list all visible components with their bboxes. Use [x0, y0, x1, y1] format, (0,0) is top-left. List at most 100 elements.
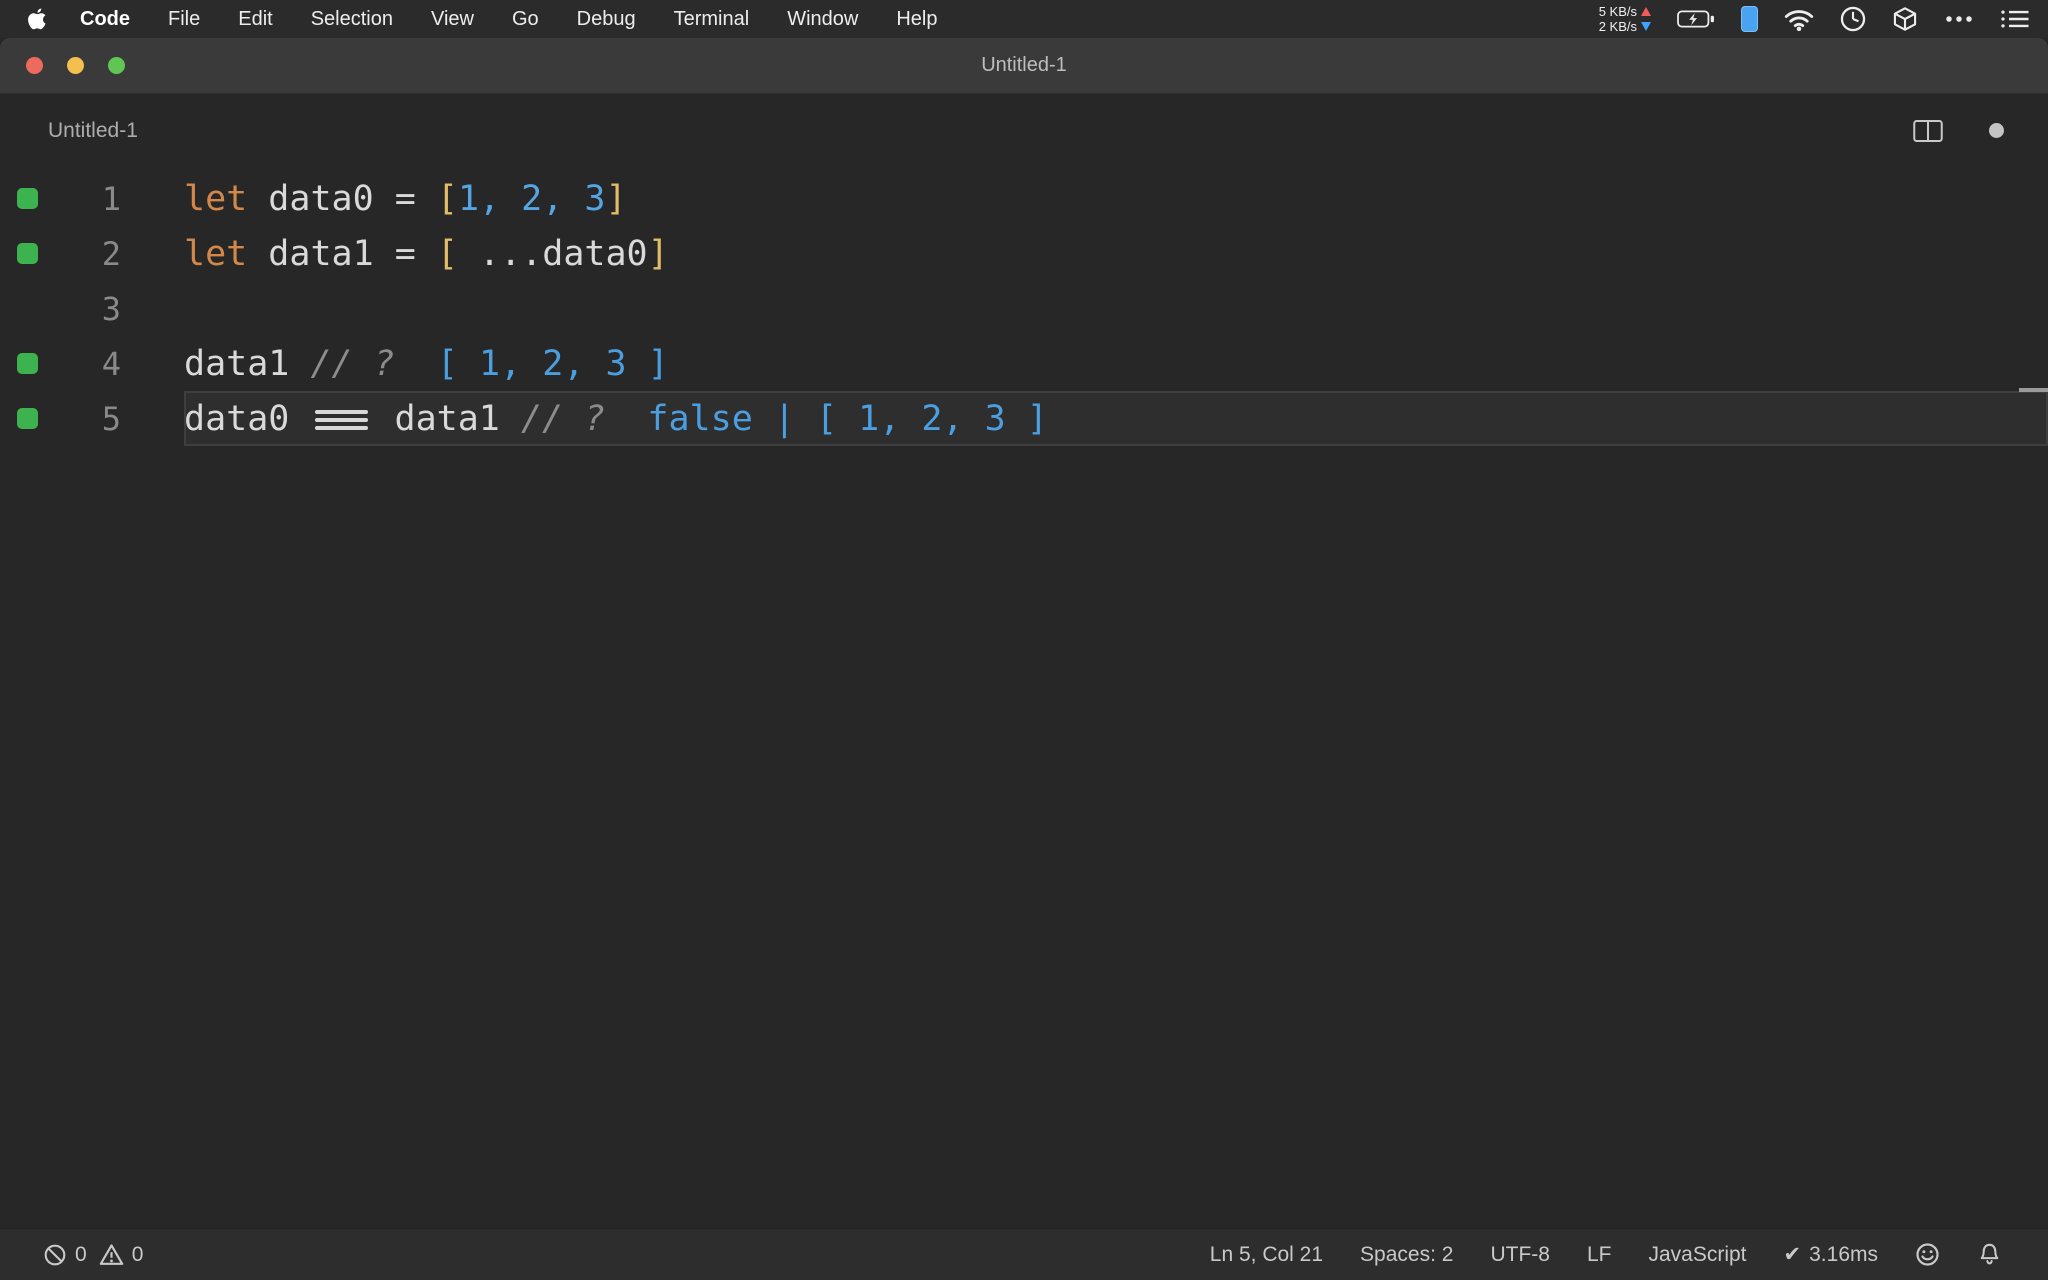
editor-actions	[1913, 119, 2004, 143]
battery-charging-icon[interactable]	[1677, 10, 1715, 28]
code-token-result: false	[647, 398, 753, 439]
zoom-window-button[interactable]	[108, 57, 125, 74]
code-line-4[interactable]: 4 data1 // ? [ 1, 2, 3 ]	[0, 336, 2048, 391]
network-speed-indicator[interactable]: 5 KB/s 2 KB/s	[1598, 3, 1651, 34]
window-title: Untitled-1	[981, 54, 1067, 76]
menu-item-go[interactable]: Go	[493, 8, 558, 31]
code-line-2[interactable]: 2 let data1 = [ ...data0]	[0, 226, 2048, 281]
code-token-var: data1	[184, 343, 290, 384]
code-token-kw: let	[184, 178, 248, 219]
menu-item-code[interactable]: Code	[61, 8, 149, 31]
device-battery-icon[interactable]	[1741, 6, 1758, 32]
list-icon[interactable]	[2000, 8, 2030, 30]
apple-logo-icon[interactable]	[28, 8, 47, 30]
line-number[interactable]: 1	[50, 180, 121, 218]
menu-item-window[interactable]: Window	[768, 8, 877, 31]
check-icon: ✔	[1783, 1243, 1802, 1266]
code-token-var: data0	[268, 178, 374, 219]
quokka-time-value: 3.16ms	[1809, 1242, 1878, 1266]
code-token-bracket: ]	[605, 178, 627, 219]
status-cursor-position[interactable]: Ln 5, Col 21	[1210, 1243, 1323, 1267]
window-titlebar[interactable]: Untitled-1	[0, 38, 2048, 94]
traffic-lights	[26, 38, 125, 93]
line-number[interactable]: 2	[50, 235, 121, 273]
editor-tab-title[interactable]: Untitled-1	[48, 119, 138, 143]
editor-header: Untitled-1	[0, 94, 2048, 167]
menu-item-selection[interactable]: Selection	[292, 8, 412, 31]
status-bar-right: Ln 5, Col 21 Spaces: 2 UTF-8 LF JavaScri…	[1210, 1242, 2002, 1267]
line-number[interactable]: 5	[50, 400, 121, 438]
notifications-bell-icon[interactable]	[1977, 1242, 2002, 1267]
network-down-label: 2 KB/s	[1598, 18, 1637, 34]
code-token-spread: ...	[479, 233, 543, 274]
menu-item-file[interactable]: File	[149, 8, 219, 31]
code-text: let data0 = [1, 2, 3]	[184, 179, 627, 219]
split-editor-icon[interactable]	[1913, 119, 1943, 143]
feedback-smiley-icon[interactable]	[1915, 1242, 1940, 1267]
quokka-coverage-marker	[0, 353, 50, 374]
code-line-1[interactable]: 1 let data0 = [1, 2, 3]	[0, 171, 2048, 226]
code-token-num: 1, 2, 3	[457, 178, 606, 219]
macos-screen: Code File Edit Selection View Go Debug T…	[0, 0, 2048, 1280]
errors-count: 0	[75, 1242, 87, 1266]
status-indentation[interactable]: Spaces: 2	[1360, 1243, 1453, 1267]
code-token-plain: =	[373, 178, 437, 219]
unsaved-changes-dot[interactable]	[1989, 123, 2004, 138]
code-token-var: data0	[184, 398, 290, 439]
menu-bar-left: Code File Edit Selection View Go Debug T…	[18, 8, 956, 31]
code-token-var: data1	[394, 398, 500, 439]
quokka-coverage-marker	[0, 243, 50, 264]
menu-item-view[interactable]: View	[412, 8, 493, 31]
editor-lines: 1 let data0 = [1, 2, 3] 2 let data1 = [ ...…	[0, 167, 2048, 446]
clock-icon[interactable]	[1840, 6, 1866, 32]
errors-icon	[44, 1244, 66, 1265]
menu-item-help[interactable]: Help	[877, 8, 956, 31]
menu-item-edit[interactable]: Edit	[219, 8, 291, 31]
text-cursor: |	[773, 398, 795, 439]
code-token-var: data1	[268, 233, 374, 274]
status-encoding[interactable]: UTF-8	[1490, 1243, 1550, 1267]
overview-ruler-cursor-mark	[2019, 388, 2048, 392]
code-text: data1 // ? [ 1, 2, 3 ]	[184, 344, 669, 384]
code-line-3[interactable]: 3	[0, 281, 2048, 336]
code-token-bracket: [	[436, 233, 458, 274]
code-text: data0 data1 // ? false | [ 1, 2, 3 ]	[184, 399, 1048, 439]
status-bar: 0 0 Ln 5, Col 21 Spaces: 2 UTF-8 LF Java…	[0, 1228, 2048, 1280]
close-window-button[interactable]	[26, 57, 43, 74]
code-token-comment: // ?	[520, 398, 606, 439]
minimize-window-button[interactable]	[67, 57, 84, 74]
code-editor[interactable]: 1 let data0 = [1, 2, 3] 2 let data1 = [ ...…	[0, 167, 2048, 1228]
network-up-label: 5 KB/s	[1598, 3, 1637, 19]
code-token-comment: // ?	[310, 343, 395, 384]
problems-status[interactable]: 0 0	[43, 1243, 143, 1267]
menu-bar: Code File Edit Selection View Go Debug T…	[0, 0, 2048, 38]
code-token-result: [ 1, 2, 3 ]	[436, 343, 669, 384]
wifi-icon[interactable]	[1784, 8, 1814, 31]
cube-icon[interactable]	[1892, 6, 1918, 32]
code-token-result: [ 1, 2, 3 ]	[816, 398, 1048, 439]
ellipsis-icon[interactable]	[1944, 14, 1974, 24]
quokka-coverage-marker	[0, 408, 50, 429]
code-text: let data1 = [ ...data0]	[184, 234, 669, 274]
line-number[interactable]: 3	[50, 290, 121, 328]
status-eol[interactable]: LF	[1587, 1243, 1612, 1267]
status-language-mode[interactable]: JavaScript	[1648, 1243, 1746, 1267]
upload-arrow-icon	[1641, 7, 1651, 16]
status-quokka-time[interactable]: ✔ 3.16ms	[1784, 1242, 1878, 1267]
menu-item-debug[interactable]: Debug	[558, 8, 655, 31]
menu-item-terminal[interactable]: Terminal	[655, 8, 769, 31]
code-token-plain: =	[373, 233, 437, 274]
line-number[interactable]: 4	[50, 345, 121, 383]
code-line-5[interactable]: 5 data0 data1 // ? false | [ 1, 2, 3 ]	[0, 391, 2048, 446]
menu-bar-status-area: 5 KB/s 2 KB/s	[1598, 3, 2030, 34]
